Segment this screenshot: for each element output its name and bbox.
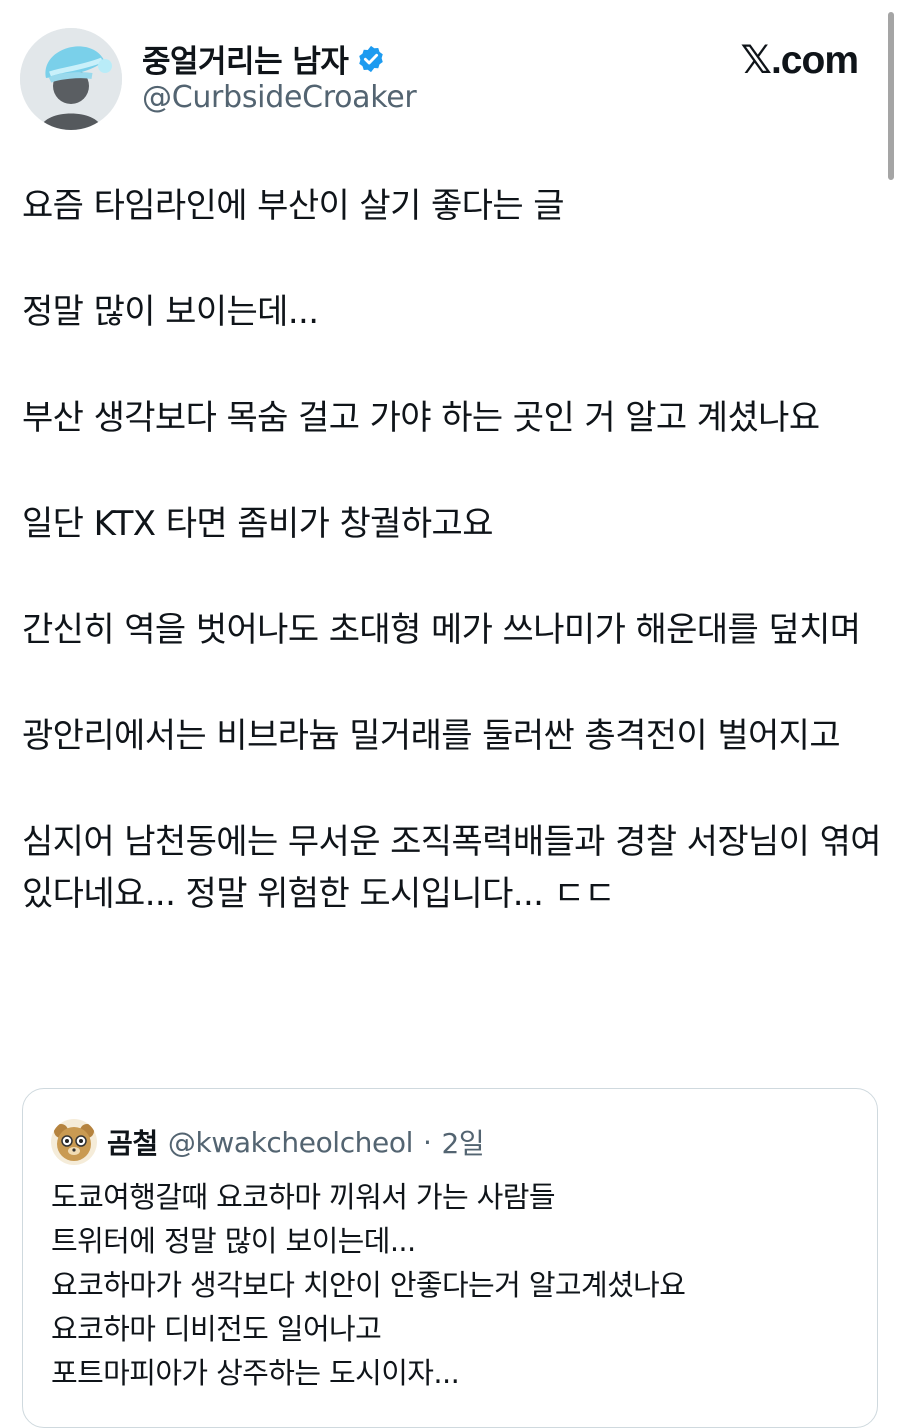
avatar-image [20, 28, 122, 130]
quote-line: 트위터에 정말 많이 보이는데... [51, 1224, 416, 1258]
quote-line: 포트마피아가 상주하는 도시이자... [51, 1356, 460, 1390]
user-avatar[interactable] [20, 28, 122, 130]
tweet-text: 요즘 타임라인에 부산이 살기 좋다는 글 정말 많이 보이는데... 부산 생… [22, 180, 882, 974]
quote-line: 요코하마 디비전도 일어나고 [51, 1312, 382, 1346]
tweet-paragraph: 간신히 역을 벗어나도 초대형 메가 쓰나미가 해운대를 덮치며 [22, 610, 861, 650]
tweet-paragraph: 정말 많이 보이는데... [22, 292, 319, 332]
site-logo: 𝕏.com [740, 39, 859, 82]
scrollbar[interactable] [888, 12, 894, 180]
bear-icon [51, 1119, 97, 1165]
quote-display-name[interactable]: 곰철 [107, 1122, 158, 1162]
quote-line: 요코하마가 생각보다 치안이 안좋다는거 알고계셨나요 [51, 1268, 686, 1302]
separator-dot: · [422, 1125, 432, 1159]
tweet-header: 중얼거리는 남자 @CurbsideCroaker 𝕏.com [20, 28, 880, 130]
name-row: 중얼거리는 남자 [142, 36, 386, 81]
tweet-paragraph: 요즘 타임라인에 부산이 살기 좋다는 글 [22, 186, 565, 226]
quoted-tweet-card[interactable]: 곰철 @kwakcheolcheol · 2일 도쿄여행갈때 요코하마 끼워서 … [22, 1088, 878, 1428]
quote-line: 도쿄여행갈때 요코하마 끼워서 가는 사람들 [51, 1180, 556, 1214]
quote-avatar[interactable] [51, 1119, 97, 1165]
quote-timestamp[interactable]: 2일 [441, 1122, 484, 1162]
tweet-paragraph: 일단 KTX 타면 좀비가 창궐하고요 [22, 504, 494, 544]
user-handle[interactable]: @CurbsideCroaker [142, 80, 417, 115]
quote-handle[interactable]: @kwakcheolcheol [168, 1126, 413, 1159]
tweet-paragraph: 부산 생각보다 목숨 걸고 가야 하는 곳인 거 알고 계셨나요 [22, 398, 820, 438]
tweet-paragraph: 광안리에서는 비브라늄 밀거래를 둘러싼 총격전이 벌어지고 [22, 716, 841, 756]
quote-header: 곰철 @kwakcheolcheol · 2일 [51, 1119, 485, 1165]
display-name[interactable]: 중얼거리는 남자 [142, 36, 349, 81]
tweet-paragraph: 심지어 남천동에는 무서운 조직폭력배들과 경찰 서장님이 엮여있다네요... … [22, 822, 882, 914]
quote-text: 도쿄여행갈때 요코하마 끼워서 가는 사람들 트위터에 정말 많이 보이는데..… [51, 1175, 851, 1395]
verified-badge-icon [356, 44, 386, 74]
